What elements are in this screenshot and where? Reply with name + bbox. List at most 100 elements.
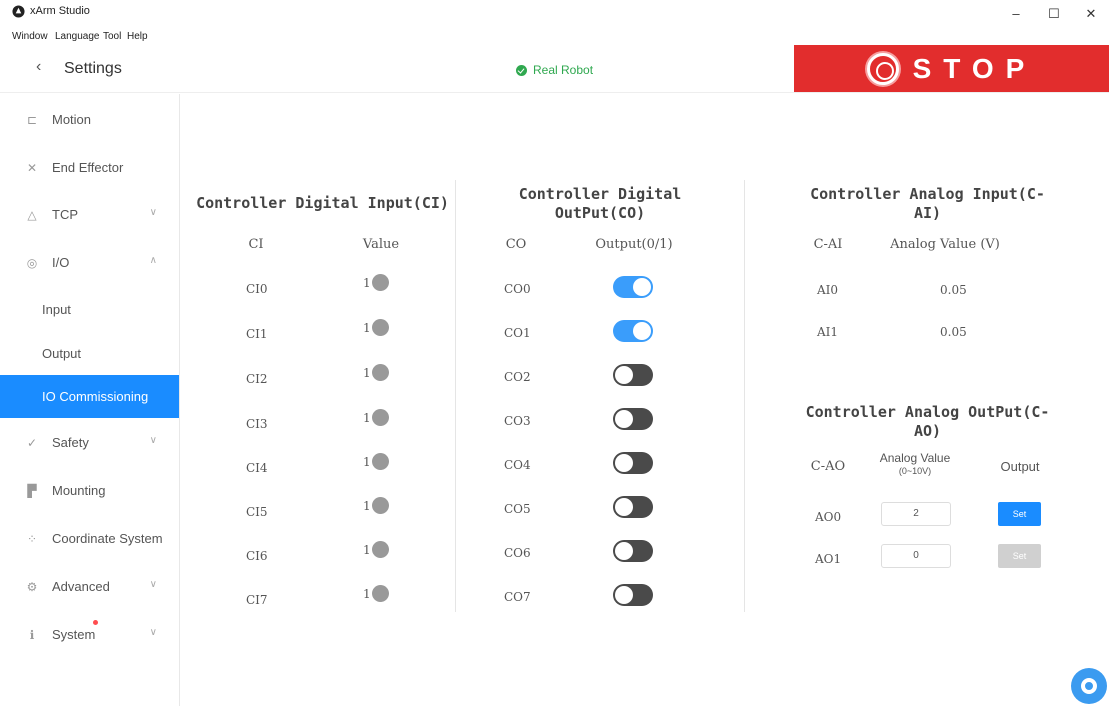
sidebar-item-system[interactable]: ℹ System ∨ xyxy=(0,615,179,655)
ci-channel-label: CI1 xyxy=(246,327,268,341)
co-output-toggle[interactable] xyxy=(613,320,653,342)
sidebar-item-end-effector[interactable]: ✕ End Effector xyxy=(0,148,179,188)
co-output-toggle[interactable] xyxy=(613,452,653,474)
sidebar-item-label: Coordinate System xyxy=(52,531,163,546)
sidebar-item-label: End Effector xyxy=(52,160,124,175)
ci-value: 1 xyxy=(363,497,389,514)
led-indicator-icon xyxy=(371,319,389,336)
sidebar-item-label: I/O xyxy=(52,255,70,270)
sidebar-item-label: Output xyxy=(42,346,82,361)
ci-value-text: 1 xyxy=(363,320,371,335)
sidebar-item-tcp[interactable]: △ TCP ∨ xyxy=(0,195,179,235)
cao-set-button: Set xyxy=(998,544,1041,568)
toggle-knob xyxy=(615,410,633,428)
sidebar-item-io-commissioning[interactable]: IO Commissioning xyxy=(0,375,179,418)
sidebar-item-safety[interactable]: ✓ Safety ∨ xyxy=(0,423,179,463)
menu-tool[interactable]: Tool xyxy=(103,31,121,42)
chevron-down-icon: ∨ xyxy=(149,435,157,446)
ci-value-text: 1 xyxy=(363,275,371,290)
column-divider xyxy=(744,180,745,612)
advanced-icon: ⚙ xyxy=(26,580,38,594)
window-title: xArm Studio xyxy=(30,5,90,17)
sidebar-item-label: Mounting xyxy=(52,483,106,498)
cao-channel-label: AO0 xyxy=(815,510,842,524)
co-output-toggle[interactable] xyxy=(613,408,653,430)
cai-section-title: Controller Analog Input(C- AI) xyxy=(790,185,1065,223)
maximize-button[interactable]: ☐ xyxy=(1039,4,1069,24)
co-output-header: Output(0/1) xyxy=(595,237,673,252)
cai-value: 0.05 xyxy=(940,325,967,339)
tcp-icon: △ xyxy=(27,208,37,222)
app-logo-icon xyxy=(12,5,25,18)
cao-title-line2: AO) xyxy=(913,422,942,440)
ci-value: 1 xyxy=(363,585,389,602)
toggle-knob xyxy=(633,322,651,340)
ci-channel-label: CI5 xyxy=(246,505,268,519)
settings-gear-icon[interactable] xyxy=(1071,668,1107,704)
minimize-button[interactable]: – xyxy=(1001,4,1031,24)
cao-set-button[interactable]: Set xyxy=(998,502,1041,526)
mounting-icon: ▛ xyxy=(27,484,37,498)
menu-language[interactable]: Language xyxy=(55,31,100,42)
sidebar-item-label: TCP xyxy=(52,207,78,222)
led-indicator-icon xyxy=(371,409,389,426)
co-column-header: CO xyxy=(505,237,527,252)
motion-icon: ⊏ xyxy=(26,113,38,127)
ci-channel-label: CI7 xyxy=(246,593,268,607)
co-channel-label: CO0 xyxy=(504,282,531,296)
close-button[interactable]: ✕ xyxy=(1076,4,1106,24)
ci-value-header: Value xyxy=(362,237,400,252)
sidebar-item-label: Input xyxy=(42,302,71,317)
emergency-stop-button[interactable]: STOP xyxy=(794,45,1109,92)
cao-value-input[interactable]: 0 xyxy=(881,544,951,568)
co-channel-label: CO2 xyxy=(504,370,531,384)
toggle-knob xyxy=(633,278,651,296)
cai-channel-label: AI0 xyxy=(817,283,839,297)
chevron-down-icon: ∨ xyxy=(149,627,157,638)
led-indicator-icon xyxy=(371,497,389,514)
co-output-toggle[interactable] xyxy=(613,496,653,518)
connection-status: Real Robot xyxy=(516,63,593,77)
co-section-title: Controller Digital OutPut(CO) xyxy=(480,185,720,223)
sidebar-item-input[interactable]: Input xyxy=(0,290,179,330)
sidebar-item-motion[interactable]: ⊏ Motion xyxy=(0,100,179,140)
co-channel-label: CO1 xyxy=(504,326,531,340)
chevron-down-icon: ∨ xyxy=(149,207,157,218)
sidebar-item-coordinate-system[interactable]: ⁘ Coordinate System xyxy=(0,519,179,559)
cao-value-input[interactable]: 2 xyxy=(881,502,951,526)
stop-label: STOP xyxy=(912,52,1037,84)
sidebar-item-advanced[interactable]: ⚙ Advanced ∨ xyxy=(0,567,179,607)
cai-channel-label: AI1 xyxy=(817,325,839,339)
cai-value: 0.05 xyxy=(940,283,967,297)
co-title-line2: OutPut(CO) xyxy=(554,204,646,222)
ci-value-text: 1 xyxy=(363,454,371,469)
ci-value: 1 xyxy=(363,541,389,558)
co-title-line1: Controller Digital xyxy=(518,185,682,203)
co-output-toggle[interactable] xyxy=(613,540,653,562)
menu-help[interactable]: Help xyxy=(127,31,148,42)
cao-title-line1: Controller Analog OutPut(C- xyxy=(805,403,1050,421)
cao-value-header-label: Analog Value xyxy=(879,451,951,465)
ci-value-text: 1 xyxy=(363,542,371,557)
menu-window[interactable]: Window xyxy=(12,31,48,42)
system-icon: ℹ xyxy=(29,628,35,642)
sidebar-item-io[interactable]: ◎ I/O ∧ xyxy=(0,243,179,283)
sidebar-item-mounting[interactable]: ▛ Mounting xyxy=(0,471,179,511)
co-output-toggle[interactable] xyxy=(613,364,653,386)
cao-output-header: Output xyxy=(1000,459,1040,474)
toggle-knob xyxy=(615,542,633,560)
sidebar-item-output[interactable]: Output xyxy=(0,334,179,374)
led-indicator-icon xyxy=(371,585,389,602)
co-output-toggle[interactable] xyxy=(613,276,653,298)
co-output-toggle[interactable] xyxy=(613,584,653,606)
io-icon: ◎ xyxy=(26,256,38,270)
ci-value-text: 1 xyxy=(363,498,371,513)
back-button[interactable]: ‹ xyxy=(36,58,41,76)
page-title: Settings xyxy=(64,60,122,77)
sidebar-item-label: Safety xyxy=(52,435,89,450)
cao-column-header: C-AO xyxy=(810,459,846,474)
check-circle-icon xyxy=(516,64,527,76)
co-channel-label: CO5 xyxy=(504,502,531,516)
cai-title-line2: AI) xyxy=(913,204,942,222)
ci-value-text: 1 xyxy=(363,365,371,380)
